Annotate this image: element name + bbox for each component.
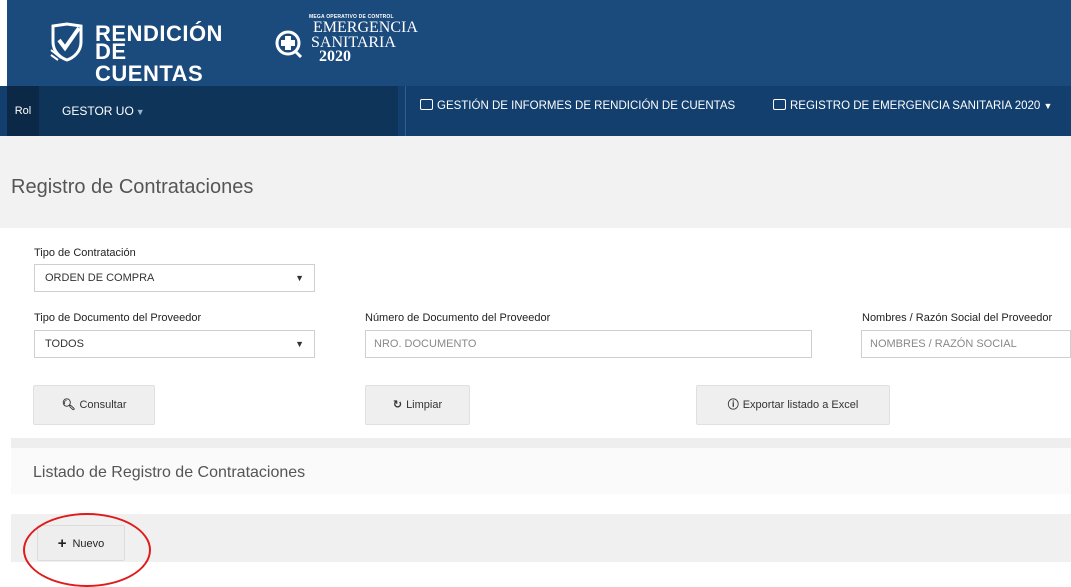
nombres-placeholder: NOMBRES / RAZÓN SOCIAL <box>870 338 1017 350</box>
role-dropdown[interactable]: GESTOR UO ▼ <box>62 86 145 136</box>
consultar-button[interactable]: 🔍︎ Consultar <box>33 385 155 425</box>
tipo-contratacion-value: ORDEN DE COMPRA <box>45 272 155 284</box>
monitor-icon <box>773 99 786 111</box>
chevron-down-icon: ▼ <box>295 273 304 283</box>
caret-down-icon: ▼ <box>1043 101 1053 111</box>
limpiar-button[interactable]: ↻ Limpiar <box>365 385 470 425</box>
caret-down-icon: ▼ <box>135 107 145 117</box>
listado-header: Listado de Registro de Contrataciones <box>11 448 1071 495</box>
limpiar-label: Limpiar <box>406 399 443 411</box>
plus-icon: + <box>57 535 67 552</box>
nav-divider <box>405 86 406 136</box>
nav-gestion-informes[interactable]: GESTIÓN DE INFORMES DE RENDICIÓN DE CUEN… <box>420 86 735 126</box>
monitor-icon <box>420 99 433 111</box>
rendicion-logo[interactable]: RENDICIÓN DE CUENTAS <box>49 14 222 85</box>
page-title: Registro de Contrataciones <box>11 176 254 198</box>
nav-registro-emergencia[interactable]: REGISTRO DE EMERGENCIA SANITARIA 2020 ▼ <box>773 86 1052 126</box>
emergencia-logo[interactable]: MEGA OPERATIVO DE CONTROL EMERGENCIA SAN… <box>273 12 433 72</box>
tipo-documento-select[interactable]: TODOS ▼ <box>34 330 315 358</box>
tipo-contratacion-label: Tipo de Contratación <box>34 247 136 259</box>
exportar-button[interactable]: ⓘ Exportar listado a Excel <box>696 385 890 425</box>
numero-documento-placeholder: NRO. DOCUMENTO <box>374 338 477 350</box>
search-icon: 🔍︎ <box>61 399 76 411</box>
tipo-documento-label: Tipo de Documento del Proveedor <box>34 312 202 324</box>
chevron-down-icon: ▼ <box>295 339 304 349</box>
rol-label: Rol <box>7 86 39 136</box>
page-left-border <box>0 0 7 562</box>
info-circle-icon: ⓘ <box>727 399 739 411</box>
nuevo-label: Nuevo <box>72 538 105 550</box>
numero-documento-input[interactable]: NRO. DOCUMENTO <box>365 330 812 358</box>
tipo-contratacion-select[interactable]: ORDEN DE COMPRA ▼ <box>34 264 315 292</box>
logo-rendicion-line2: DE CUENTAS <box>95 39 204 86</box>
nav-bar: Rol GESTOR UO ▼ GESTIÓN DE INFORMES DE RE… <box>0 86 1071 136</box>
refresh-icon: ↻ <box>392 399 403 411</box>
logo-emergencia-line1: EMERGENCIA <box>313 19 418 36</box>
logo-emergencia-year: 2020 <box>319 48 351 65</box>
nuevo-button[interactable]: + Nuevo <box>37 525 125 561</box>
page-title-bar: Registro de Contrataciones <box>0 136 1071 228</box>
consultar-label: Consultar <box>79 399 127 411</box>
shield-check-icon <box>50 22 83 62</box>
medical-plus-icon <box>275 30 303 58</box>
listado-spacer <box>11 494 1071 514</box>
app-header: RENDICIÓN DE CUENTAS MEGA OPERATIVO DE C… <box>7 0 1071 86</box>
filter-panel: Tipo de Contratación ORDEN DE COMPRA ▼ T… <box>11 228 1071 438</box>
section-separator <box>11 438 1071 448</box>
nav-role-section: Rol GESTOR UO ▼ <box>7 86 398 136</box>
nav-item2-label: REGISTRO DE EMERGENCIA SANITARIA 2020 <box>790 100 1041 112</box>
nombres-label: Nombres / Razón Social del Proveedor <box>862 312 1053 324</box>
numero-documento-label: Número de Documento del Proveedor <box>365 312 551 324</box>
exportar-label: Exportar listado a Excel <box>742 399 859 411</box>
nombres-input[interactable]: NOMBRES / RAZÓN SOCIAL <box>861 330 1071 358</box>
listado-title: Listado de Registro de Contrataciones <box>33 464 306 481</box>
role-value: GESTOR UO <box>62 104 134 118</box>
nav-item1-label: GESTIÓN DE INFORMES DE RENDICIÓN DE CUEN… <box>437 100 736 112</box>
tipo-documento-value: TODOS <box>45 338 84 350</box>
listado-toolbar: + Nuevo <box>11 514 1071 562</box>
